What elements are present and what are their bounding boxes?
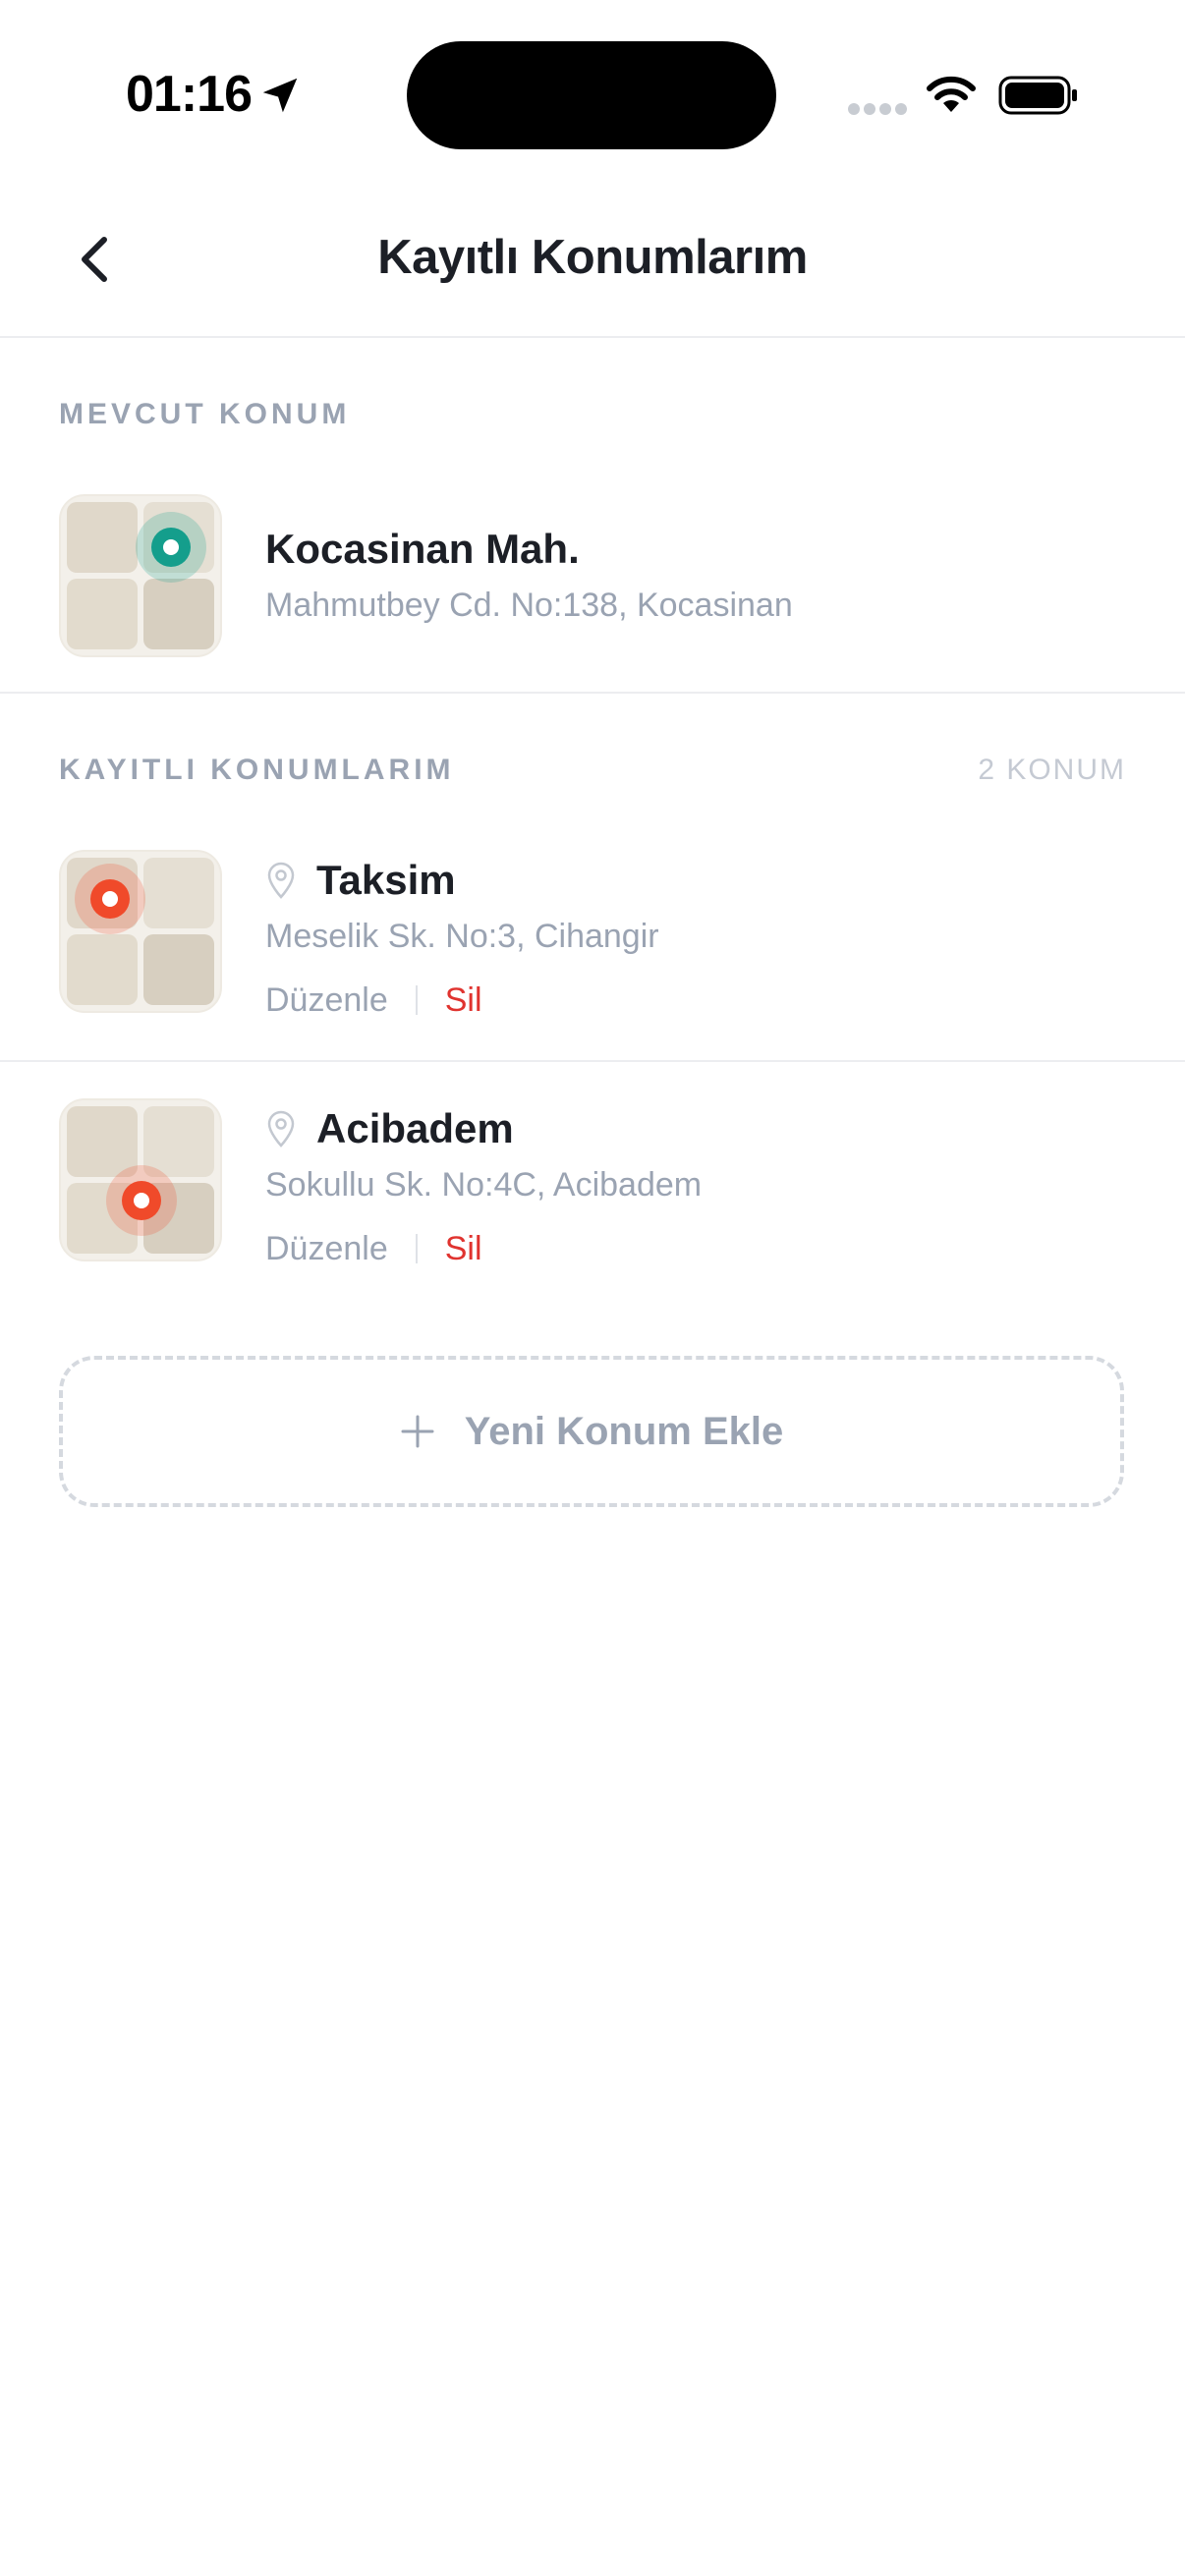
current-location-map-thumbnail (59, 494, 222, 657)
section-divider (0, 692, 1185, 694)
delete-button[interactable]: Sil (445, 981, 482, 1020)
saved-locations-section-label: KAYITLI KONUMLARIM (59, 754, 455, 786)
cellular-signal-icon (848, 103, 907, 115)
saved-location-actions: Düzenle Sil (265, 1227, 482, 1270)
saved-location-actions: Düzenle Sil (265, 979, 482, 1022)
saved-location-address: Sokullu Sk. No:4C, Acibadem (265, 1166, 703, 1204)
saved-location-map-thumbnail (59, 1098, 222, 1261)
status-time: 01:16 (126, 66, 253, 123)
navigation-bar: Kayıtlı Konumlarım (0, 187, 1185, 338)
saved-location-title: Acibadem (316, 1105, 514, 1151)
status-bar: 01:16 (0, 0, 1185, 187)
item-divider (0, 1060, 1185, 1062)
saved-location-address: Meselik Sk. No:3, Cihangir (265, 918, 659, 955)
saved-locations-screen: 01:16 Kayıtlı Konumlarım MEVCUT KONUM Ko… (0, 0, 1185, 2576)
edit-button[interactable]: Düzenle (265, 1230, 388, 1268)
current-location-section-label: MEVCUT KONUM (59, 398, 351, 430)
page-title: Kayıtlı Konumlarım (377, 231, 808, 284)
dynamic-island (407, 41, 776, 149)
saved-location-pin-icon (106, 1165, 177, 1236)
saved-location-title: Taksim (316, 857, 456, 903)
map-pin-icon (267, 862, 295, 899)
add-location-label: Yeni Konum Ekle (464, 1409, 784, 1453)
map-pin-icon (267, 1110, 295, 1148)
edit-button[interactable]: Düzenle (265, 981, 388, 1020)
saved-locations-count: 2 KONUM (978, 754, 1126, 786)
saved-location-pin-icon (75, 864, 145, 934)
current-location-title: Kocasinan Mah. (265, 526, 580, 572)
current-location-pin-icon (136, 512, 206, 583)
plus-icon (401, 1415, 434, 1448)
battery-icon (998, 76, 1077, 115)
wifi-icon (927, 76, 976, 112)
add-location-button[interactable]: Yeni Konum Ekle (59, 1356, 1124, 1507)
location-arrow-icon (262, 78, 298, 113)
current-location-address: Mahmutbey Cd. No:138, Kocasinan (265, 587, 793, 624)
action-separator (415, 985, 418, 1015)
action-separator (415, 1234, 418, 1263)
delete-button[interactable]: Sil (445, 1230, 482, 1268)
saved-location-map-thumbnail (59, 850, 222, 1013)
